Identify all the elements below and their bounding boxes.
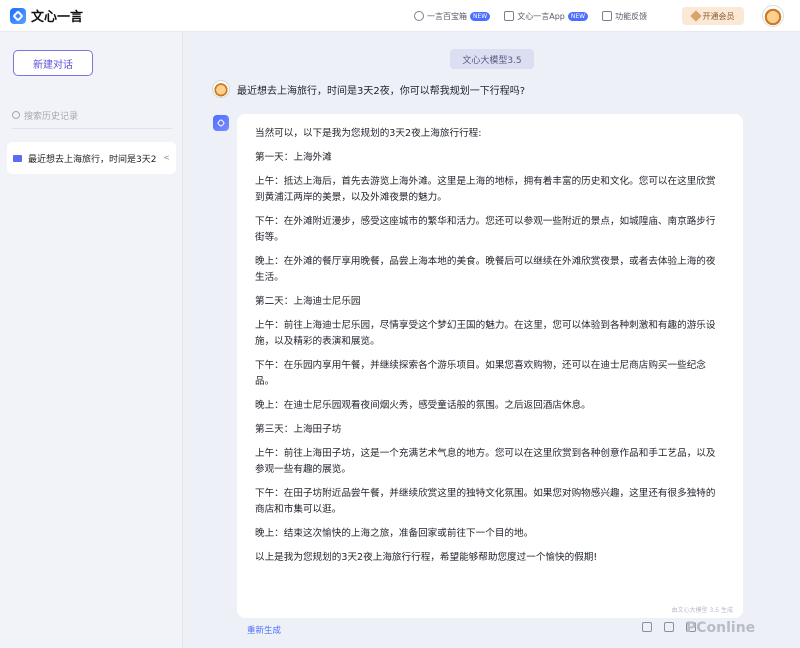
- history-item[interactable]: 最近想去上海旅行，时间是3天2 <: [7, 142, 176, 174]
- user-avatar[interactable]: [762, 5, 784, 27]
- new-badge: NEW: [470, 11, 491, 21]
- gem-icon: [689, 10, 702, 22]
- search-icon: [12, 111, 20, 119]
- chat-area: 文心大模型3.5 最近想去上海旅行，时间是3天2夜，你可以帮我规划一下行程吗? …: [184, 32, 800, 648]
- chat-icon: [13, 154, 22, 162]
- new-chat-button[interactable]: 新建对话: [13, 50, 93, 76]
- answer-paragraph: 下午：在乐园内享用午餐，并继续探索各个游乐项目。如果您喜欢购物，还可以在迪士尼商…: [255, 360, 706, 387]
- logo-icon: [10, 7, 26, 24]
- top-nav: 一言百宝箱 NEW 文心一言App NEW 功能反馈: [414, 0, 647, 32]
- model-label: 文心大模型3.5: [450, 49, 534, 69]
- app-title: 文心一言: [31, 10, 84, 25]
- topnav-label: 功能反馈: [615, 11, 648, 21]
- generation-note: 由文心大模型 3.5 生成: [671, 607, 733, 614]
- divider: [12, 128, 172, 129]
- topnav-label: 文心一言App: [517, 11, 565, 21]
- new-badge: NEW: [567, 11, 589, 21]
- vip-label: 开通会员: [702, 11, 735, 21]
- search-placeholder: 搜索历史记录: [24, 111, 79, 122]
- answer-paragraph: 第三天：上海田子坊: [255, 424, 342, 435]
- search-history[interactable]: 搜索历史记录: [12, 108, 172, 122]
- share-icon[interactable]: [642, 622, 652, 632]
- answer-paragraph: 上午：前往上海田子坊，这是一个充满艺术气息的地方。您可以在这里欣赏到各种创意作品…: [255, 448, 716, 475]
- share-icon[interactable]: <: [163, 153, 170, 162]
- user-avatar: [212, 80, 230, 98]
- answer-paragraph: 以上是我为您规划的3天2夜上海旅行行程，希望能够帮助您度过一个愉快的假期!: [255, 552, 598, 563]
- answer-paragraph: 晚上：在外滩的餐厅享用晚餐，品尝上海本地的美食。晚餐后可以继续在外滩欣赏夜景，或…: [255, 256, 716, 283]
- topnav-baibaoxiang[interactable]: 一言百宝箱 NEW: [414, 11, 491, 22]
- phone-icon: [504, 11, 515, 21]
- user-message: 最近想去上海旅行，时间是3天2夜，你可以帮我规划一下行程吗?: [237, 85, 526, 97]
- sidebar: 新建对话 搜索历史记录 最近想去上海旅行，时间是3天2 <: [0, 32, 183, 648]
- answer-paragraph: 下午：在田子坊附近品尝午餐，并继续欣赏这里的独特文化氛围。如果您对购物感兴趣，这…: [255, 488, 716, 515]
- mail-icon: [602, 11, 613, 21]
- answer-paragraph: 上午：前往上海迪士尼乐园，尽情享受这个梦幻王国的魅力。在这里，您可以体验到各种刺…: [255, 320, 716, 347]
- answer-paragraph: 晚上：在迪士尼乐园观看夜间烟火秀，感受童话般的氛围。之后返回酒店休息。: [255, 400, 591, 411]
- watermark: PConline: [686, 620, 756, 636]
- answer-paragraph: 当然可以，以下是我为您规划的3天2夜上海旅行行程:: [255, 128, 482, 139]
- app-logo[interactable]: 文心一言: [10, 6, 83, 25]
- answer-paragraph: 上午：抵达上海后，首先去游览上海外滩。这里是上海的地标，拥有着丰富的历史和文化。…: [255, 176, 716, 203]
- answer-paragraph: 第一天：上海外滩: [255, 152, 332, 163]
- answer-card: 当然可以，以下是我为您规划的3天2夜上海旅行行程: 第一天：上海外滩 上午：抵达…: [237, 114, 743, 618]
- bulb-icon: [414, 11, 424, 21]
- bot-avatar-icon: [213, 115, 229, 131]
- vip-button[interactable]: 开通会员: [682, 7, 744, 25]
- top-bar: 文心一言 一言百宝箱 NEW 文心一言App NEW 功能反馈 开通会员: [0, 0, 800, 32]
- topnav-app[interactable]: 文心一言App NEW: [504, 11, 589, 22]
- answer-paragraph: 晚上：结束这次愉快的上海之旅，准备回家或前往下一个目的地。: [255, 528, 534, 539]
- answer-paragraph: 第二天：上海迪士尼乐园: [255, 296, 361, 307]
- regenerate-button[interactable]: 重新生成: [247, 624, 281, 636]
- user-message-row: 最近想去上海旅行，时间是3天2夜，你可以帮我规划一下行程吗?: [212, 80, 525, 98]
- topnav-label: 一言百宝箱: [427, 11, 467, 21]
- image-icon[interactable]: [664, 622, 674, 632]
- answer-paragraph: 下午：在外滩附近漫步，感受这座城市的繁华和活力。您还可以参观一些附近的景点，如城…: [255, 216, 716, 243]
- topnav-feedback[interactable]: 功能反馈: [602, 11, 647, 22]
- history-item-label: 最近想去上海旅行，时间是3天2: [28, 154, 157, 165]
